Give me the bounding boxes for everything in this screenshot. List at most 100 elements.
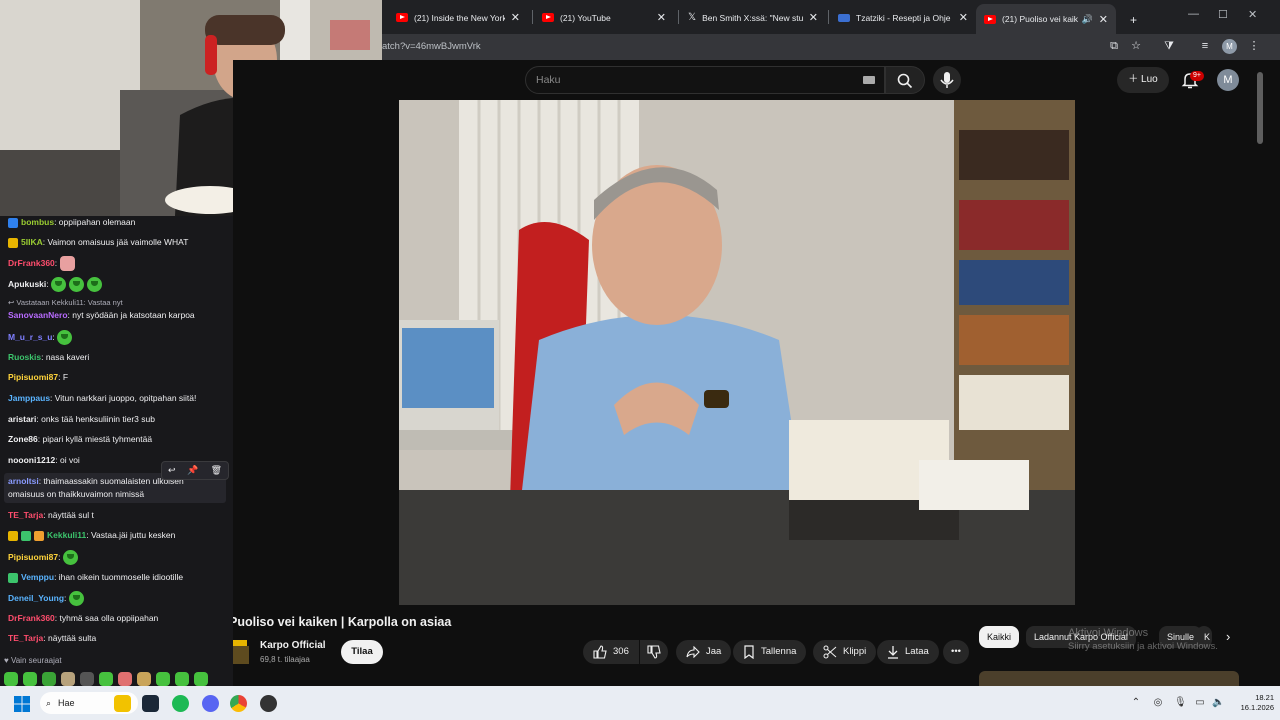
chat-username[interactable]: TE_Tarja <box>8 633 43 643</box>
system-clock[interactable]: 18.21 16.1.2026 <box>1228 693 1274 713</box>
volume-icon[interactable]: 🔈 <box>1212 697 1224 709</box>
more-actions-button[interactable]: ••• <box>943 640 969 664</box>
tray-expand-icon[interactable]: ⌃ <box>1130 697 1142 709</box>
spotify-icon[interactable] <box>172 695 189 712</box>
emote-icon[interactable] <box>42 672 56 686</box>
new-tab-button[interactable]: + <box>1122 7 1142 32</box>
chat-message[interactable]: SanovaanNero: nyt syödään ja katsotaan k… <box>8 309 230 321</box>
chat-username[interactable]: bombus <box>21 217 54 227</box>
download-button[interactable]: Lataa <box>877 640 939 664</box>
reply-context[interactable]: ↩ Vastataan Kekkuli11: Vastaa nyt <box>8 297 230 309</box>
chat-username[interactable]: SanovaanNero <box>8 310 68 320</box>
obs-icon[interactable] <box>260 695 277 712</box>
maximize-icon[interactable]: ☐ <box>1218 8 1228 21</box>
voice-search-button[interactable] <box>933 66 961 94</box>
emote-icon[interactable] <box>175 672 189 686</box>
chat-username[interactable]: Apukuski <box>8 279 46 289</box>
minimize-icon[interactable]: — <box>1188 8 1199 20</box>
channel-name[interactable]: Karpo Official <box>260 640 326 651</box>
page-scrollbar[interactable] <box>1257 72 1263 144</box>
chat-message[interactable]: bombus: oppiipahan olemaan <box>8 216 230 228</box>
account-avatar[interactable]: M <box>1217 69 1239 91</box>
browser-tab[interactable]: (21) YouTube ✕ <box>534 5 674 30</box>
video-player[interactable] <box>399 100 1075 605</box>
chat-username[interactable]: DrFrank360 <box>8 258 55 268</box>
emote-icon[interactable] <box>80 672 94 686</box>
save-button[interactable]: Tallenna <box>733 640 807 664</box>
chat-message[interactable]: TE_Tarja: näyttää sul t <box>8 509 230 521</box>
chat-username[interactable]: Ruoskis <box>8 352 41 362</box>
emote-icon[interactable] <box>194 672 208 686</box>
chat-username[interactable]: TE_Tarja <box>8 510 43 520</box>
profile-avatar[interactable]: M <box>1222 39 1237 54</box>
chat-message[interactable]: 5IIKA: Vaimon omaisuus jää vaimolle WHAT <box>8 236 230 248</box>
chat-username[interactable]: Kekkuli11 <box>47 530 86 540</box>
search-button[interactable] <box>885 66 925 94</box>
chat-message[interactable]: Pipisuomi87: F <box>8 371 230 383</box>
chat-message[interactable]: Vemppu: ihan oikein tuommoselle idiootil… <box>8 571 230 583</box>
chat-username[interactable]: Pipisuomi87 <box>8 552 58 562</box>
chat-message[interactable]: TE_Tarja: näyttää sulta <box>8 632 230 644</box>
chat-message[interactable]: Ruoskis: nasa kaveri <box>8 351 230 363</box>
browser-tab[interactable]: Tzatziki - Resepti ja Ohje - V ✕ <box>830 5 976 30</box>
close-tab-icon[interactable]: ✕ <box>511 11 520 24</box>
chat-username[interactable]: arnoltsi <box>8 476 39 486</box>
emote-icon[interactable] <box>156 672 170 686</box>
emote-icon[interactable] <box>99 672 113 686</box>
chat-message[interactable]: DrFrank360: <box>8 256 230 271</box>
keyboard-icon[interactable] <box>863 76 875 84</box>
chat-message[interactable]: Zone86: pipari kyllä miestä tyhmentää <box>8 433 230 445</box>
chat-username[interactable]: noooni1212 <box>8 455 55 465</box>
media-control-icon[interactable]: ≡ <box>1198 39 1212 53</box>
chat-message[interactable]: Kekkuli11: Vastaa.jäi juttu kesken <box>8 529 230 541</box>
like-button[interactable]: 306 <box>583 640 639 664</box>
close-tab-icon[interactable]: ✕ <box>657 11 666 24</box>
close-tab-icon[interactable]: ✕ <box>1099 13 1108 26</box>
network-icon[interactable]: ▭ <box>1194 697 1206 709</box>
browser-tab[interactable]: (21) Inside the New York Tim ✕ <box>388 5 528 30</box>
address-bar[interactable]: atch?v=46mwBJwmVrk <box>382 37 1102 57</box>
tray-app-icon[interactable]: ◎ <box>1152 697 1164 709</box>
browser-tab[interactable]: 𝕏 Ben Smith X:ssä: "New study ✕ <box>680 5 826 30</box>
browser-menu-icon[interactable]: ⋮ <box>1247 39 1261 53</box>
delete-icon[interactable]: 🗑 <box>211 465 222 476</box>
close-tab-icon[interactable]: ✕ <box>959 11 968 24</box>
share-button[interactable]: Jaa <box>676 640 732 664</box>
chat-message[interactable]: Deneil_Young: <box>8 591 230 606</box>
chip-all[interactable]: Kaikki <box>979 626 1020 648</box>
extensions-icon[interactable]: ⧩ <box>1162 39 1176 53</box>
chrome-icon[interactable] <box>230 695 247 712</box>
close-tab-icon[interactable]: ✕ <box>809 11 818 24</box>
bookmark-star-icon[interactable]: ☆ <box>1129 39 1143 53</box>
chat-message[interactable]: Pipisuomi87: <box>8 550 230 565</box>
chat-username[interactable]: Pipisuomi87 <box>8 372 58 382</box>
emote-icon[interactable] <box>61 672 75 686</box>
windows-start-icon[interactable] <box>14 696 30 712</box>
microphone-tray-icon[interactable]: 🎙 <box>1174 697 1187 709</box>
chat-username[interactable]: Deneil_Young <box>8 593 64 603</box>
pin-icon[interactable]: 📌 <box>187 465 198 476</box>
chevron-right-icon[interactable]: › <box>1226 629 1230 644</box>
chat-message[interactable]: DrFrank360: tyhmä saa olla oppiipahan <box>8 612 230 624</box>
chat-username[interactable]: Vemppu <box>21 572 54 582</box>
chat-username[interactable]: Zone86 <box>8 434 38 444</box>
chat-message[interactable]: aristari: onks tää henksuliinin tier3 su… <box>8 413 230 425</box>
chat-message[interactable]: Jamppaus: Vitun narkkari juoppo, opitpah… <box>8 392 230 404</box>
chat-username[interactable]: DrFrank360 <box>8 613 55 623</box>
close-window-icon[interactable]: ✕ <box>1248 8 1257 21</box>
browser-tab-active[interactable]: (21) Puoliso vei kaiken | 🔊 ✕ <box>976 4 1116 34</box>
discord-icon[interactable] <box>202 695 219 712</box>
subscribe-button[interactable]: Tilaa <box>341 640 383 664</box>
chat-message[interactable]: Apukuski: <box>8 277 230 292</box>
emote-icon[interactable] <box>118 672 132 686</box>
chat-username[interactable]: M_u_r_s_u <box>8 332 52 342</box>
chat-message[interactable]: M_u_r_s_u: <box>8 330 230 345</box>
emote-icon[interactable] <box>4 672 18 686</box>
file-explorer-icon[interactable] <box>114 695 131 712</box>
emote-icon[interactable] <box>23 672 37 686</box>
install-app-icon[interactable]: ⧉ <box>1107 39 1121 53</box>
reply-icon[interactable]: ↩ <box>168 465 176 476</box>
steam-icon[interactable] <box>142 695 159 712</box>
search-input[interactable]: Haku <box>525 66 885 94</box>
clip-button[interactable]: Klippi <box>813 640 877 664</box>
